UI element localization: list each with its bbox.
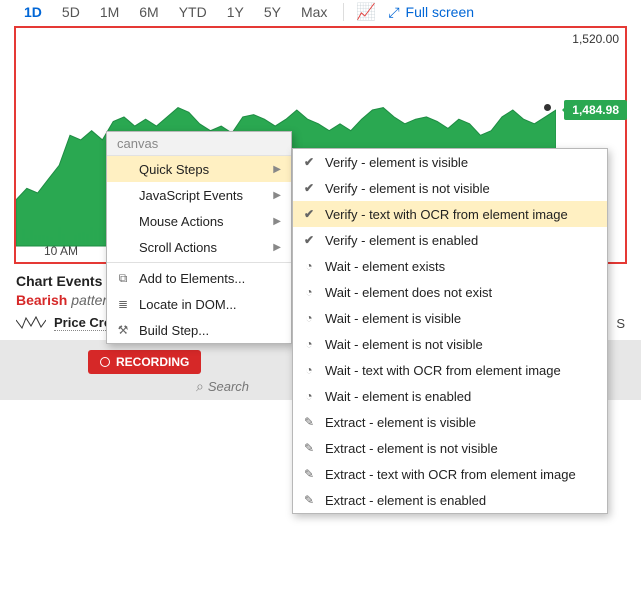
menu-label: Extract - element is enabled: [325, 493, 486, 508]
clock-icon: ◔: [301, 336, 317, 352]
menu-label: Add to Elements...: [139, 271, 245, 286]
menu-label: Extract - element is not visible: [325, 441, 498, 456]
clock-icon: ◔: [301, 310, 317, 326]
fullscreen-label: Full screen: [406, 4, 474, 20]
submenu-wait-not-exist[interactable]: ◔ Wait - element does not exist: [293, 279, 607, 305]
menu-label: Scroll Actions: [139, 240, 217, 255]
submenu-extract-ocr[interactable]: ✎ Extract - text with OCR from element im…: [293, 461, 607, 487]
y-axis-label: 1,520.00: [572, 32, 619, 46]
clock-icon: ◔: [301, 258, 317, 274]
menu-quick-steps[interactable]: Quick Steps ▶: [107, 156, 291, 182]
check-icon: ✔: [301, 154, 317, 170]
chevron-right-icon: ▶: [273, 216, 281, 227]
menu-label: Quick Steps: [139, 162, 209, 177]
add-element-icon: ⧉: [115, 270, 131, 286]
check-icon: ✔: [301, 180, 317, 196]
pin-icon: ✎: [301, 414, 317, 430]
menu-label: Locate in DOM...: [139, 297, 237, 312]
context-menu: canvas Quick Steps ▶ JavaScript Events ▶ M…: [106, 131, 292, 344]
submenu-verify-visible[interactable]: ✔ Verify - element is visible: [293, 149, 607, 175]
tab-1y[interactable]: 1Y: [217, 2, 254, 22]
submenu-wait-exists[interactable]: ◔ Wait - element exists: [293, 253, 607, 279]
locate-icon: ≣: [115, 296, 131, 312]
expand-icon: ⤢: [388, 4, 399, 21]
check-icon: ✔: [301, 206, 317, 222]
menu-separator: [107, 262, 291, 263]
menu-label: Wait - element exists: [325, 259, 445, 274]
menu-label: Wait - text with OCR from element image: [325, 363, 561, 378]
chevron-right-icon: ▶: [273, 242, 281, 253]
pin-icon: ✎: [301, 440, 317, 456]
menu-add-elements[interactable]: ⧉ Add to Elements...: [107, 265, 291, 291]
submenu-verify-not-visible[interactable]: ✔ Verify - element is not visible: [293, 175, 607, 201]
tab-ytd[interactable]: YTD: [169, 2, 217, 22]
quick-steps-submenu: ✔ Verify - element is visible ✔ Verify - e…: [292, 148, 608, 514]
submenu-wait-visible[interactable]: ◔ Wait - element is visible: [293, 305, 607, 331]
clock-icon: ◔: [301, 362, 317, 378]
submenu-wait-enabled[interactable]: ◔ Wait - element is enabled: [293, 383, 607, 409]
menu-label: Verify - text with OCR from element imag…: [325, 207, 568, 222]
tab-1m[interactable]: 1M: [90, 2, 129, 22]
chevron-right-icon: ▶: [273, 190, 281, 201]
submenu-extract-visible[interactable]: ✎ Extract - element is visible: [293, 409, 607, 435]
menu-label: Verify - element is visible: [325, 155, 468, 170]
hammer-icon: ⚒: [115, 322, 131, 338]
tab-max[interactable]: Max: [291, 2, 337, 22]
tab-5d[interactable]: 5D: [52, 2, 90, 22]
pin-icon: ✎: [301, 492, 317, 508]
pin-icon: ✎: [301, 466, 317, 482]
submenu-wait-ocr[interactable]: ◔ Wait - text with OCR from element image: [293, 357, 607, 383]
bearish-label: Bearish: [16, 292, 67, 308]
menu-locate-dom[interactable]: ≣ Locate in DOM...: [107, 291, 291, 317]
fullscreen-button[interactable]: ⤢ Full screen: [388, 4, 474, 21]
x-axis-label: 10 AM: [44, 244, 78, 258]
tab-1d[interactable]: 1D: [14, 2, 52, 22]
clock-icon: ◔: [301, 284, 317, 300]
menu-scroll-actions[interactable]: Scroll Actions ▶: [107, 234, 291, 260]
chart-type-icon[interactable]: 📈: [350, 2, 382, 22]
sparkline-icon: [16, 314, 46, 332]
menu-label: Mouse Actions: [139, 214, 224, 229]
menu-label: Verify - element is enabled: [325, 233, 478, 248]
s-label: S: [616, 316, 625, 331]
check-icon: ✔: [301, 232, 317, 248]
tab-5y[interactable]: 5Y: [254, 2, 291, 22]
submenu-extract-not-visible[interactable]: ✎ Extract - element is not visible: [293, 435, 607, 461]
chart-events-title: Chart Events: [16, 273, 102, 289]
menu-label: Wait - element is enabled: [325, 389, 471, 404]
search-input[interactable]: Search: [196, 378, 249, 395]
recording-button[interactable]: RECORDING: [88, 350, 201, 374]
menu-label: Wait - element does not exist: [325, 285, 492, 300]
menu-label: Verify - element is not visible: [325, 181, 490, 196]
menu-label: Build Step...: [139, 323, 209, 338]
tab-6m[interactable]: 6M: [129, 2, 168, 22]
price-badge: 1,484.98: [564, 100, 627, 120]
submenu-verify-ocr[interactable]: ✔ Verify - text with OCR from element ima…: [293, 201, 607, 227]
clock-icon: ◔: [301, 388, 317, 404]
blank-icon: [115, 161, 131, 177]
menu-label: Wait - element is visible: [325, 311, 461, 326]
menu-label: Extract - element is visible: [325, 415, 476, 430]
menu-label: JavaScript Events: [139, 188, 243, 203]
context-menu-header: canvas: [107, 132, 291, 156]
menu-label: Wait - element is not visible: [325, 337, 483, 352]
menu-mouse-actions[interactable]: Mouse Actions ▶: [107, 208, 291, 234]
menu-js-events[interactable]: JavaScript Events ▶: [107, 182, 291, 208]
menu-build-step[interactable]: ⚒ Build Step...: [107, 317, 291, 343]
timeframe-tabs: 1D 5D 1M 6M YTD 1Y 5Y Max 📈 ⤢ Full screen: [8, 0, 633, 26]
submenu-verify-enabled[interactable]: ✔ Verify - element is enabled: [293, 227, 607, 253]
submenu-wait-not-visible[interactable]: ◔ Wait - element is not visible: [293, 331, 607, 357]
separator: [343, 3, 344, 21]
menu-label: Extract - text with OCR from element ima…: [325, 467, 576, 482]
last-point-dot: [544, 104, 551, 111]
submenu-extract-enabled[interactable]: ✎ Extract - element is enabled: [293, 487, 607, 513]
chevron-right-icon: ▶: [273, 164, 281, 175]
